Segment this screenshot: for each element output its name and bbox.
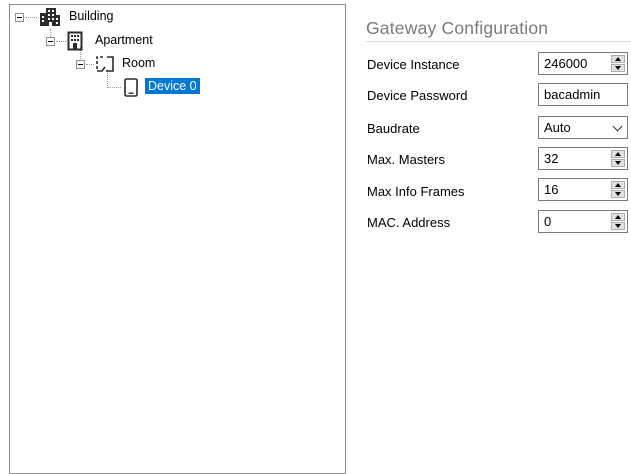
spin-down-button[interactable] [611,159,625,167]
arrow-down-icon [615,224,621,228]
arrow-down-icon [615,192,621,196]
max-info-frames-spinner[interactable]: 16 [538,178,628,201]
title-divider [366,41,631,42]
max-masters-spin-buttons[interactable] [611,150,625,167]
arrow-up-icon [615,152,621,156]
arrow-down-icon [615,66,621,70]
spin-up-button[interactable] [611,55,625,63]
device-instance-spin-buttons[interactable] [611,55,625,72]
collapse-room-button[interactable] [76,60,85,69]
max-info-frames-value[interactable]: 16 [544,182,558,197]
collapse-building-button[interactable] [15,13,24,22]
collapse-apartment-button[interactable] [46,37,55,46]
device-password-value[interactable]: bacadmin [544,87,600,102]
spin-down-button[interactable] [611,190,625,198]
spin-down-button[interactable] [611,64,625,72]
device-password-field[interactable]: bacadmin [538,83,628,106]
arrow-up-icon [615,215,621,219]
max-masters-value[interactable]: 32 [544,151,558,166]
arrow-up-icon [615,183,621,187]
max-info-frames-label: Max Info Frames [367,184,465,199]
baudrate-value[interactable]: Auto [544,120,571,135]
tree-label-apartment[interactable]: Apartment [95,33,153,47]
config-title: Gateway Configuration [366,18,549,38]
max-masters-label: Max. Masters [367,152,446,167]
spin-up-button[interactable] [611,213,625,221]
tree-label-room[interactable]: Room [122,56,155,70]
mac-address-spin-buttons[interactable] [611,213,625,230]
tree-connector [56,41,66,42]
arrow-down-icon [615,161,621,165]
tree-label-building[interactable]: Building [69,9,113,23]
spin-up-button[interactable] [611,150,625,158]
apartment-icon [67,31,83,51]
mac-address-spinner[interactable]: 0 [538,210,628,233]
max-info-frames-spin-buttons[interactable] [611,181,625,198]
baudrate-label: Baudrate [367,121,420,136]
device-instance-value[interactable]: 246000 [544,56,587,71]
max-masters-spinner[interactable]: 32 [538,147,628,170]
tablet-device-icon [124,78,138,97]
mac-address-value[interactable]: 0 [544,214,551,229]
room-icon [96,56,114,72]
device-password-label: Device Password [367,88,468,103]
tree-label-device[interactable]: Device 0 [145,78,200,94]
tree-view[interactable]: Building Apartment Room Device 0 [9,4,346,474]
tree-connector [107,87,121,88]
building-icon [40,8,60,26]
device-instance-label: Device Instance [367,57,460,72]
mac-address-label: MAC. Address [367,215,451,230]
arrow-up-icon [615,57,621,61]
spin-down-button[interactable] [611,222,625,230]
device-instance-spinner[interactable]: 246000 [538,52,628,75]
spin-up-button[interactable] [611,181,625,189]
tree-connector [86,64,94,65]
tree-connector [25,17,37,18]
chevron-down-icon[interactable] [612,121,623,132]
baudrate-dropdown[interactable]: Auto [538,116,628,139]
